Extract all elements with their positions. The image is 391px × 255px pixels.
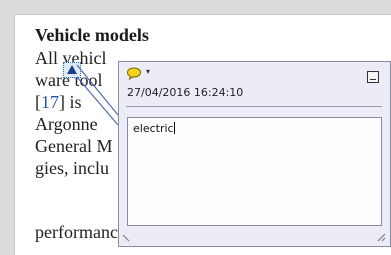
text-cursor: [173, 122, 175, 134]
comment-bubble-icon[interactable]: [126, 67, 142, 80]
comment-textarea[interactable]: electric: [127, 117, 382, 226]
annotation-timestamp: 27/04/2016 16:24:10: [127, 86, 244, 99]
resize-corner-icon[interactable]: [122, 234, 130, 242]
annotation-popup[interactable]: ▾ 27/04/2016 16:24:10 electric: [118, 61, 391, 247]
divider: [126, 106, 382, 107]
options-menu-caret[interactable]: ▾: [146, 67, 150, 76]
resize-grip-icon[interactable]: [377, 233, 386, 242]
minimize-button[interactable]: [367, 71, 379, 83]
pdf-page: Vehicle models All vehicl ware tool [17]…: [14, 14, 391, 255]
comment-text: electric: [133, 122, 174, 135]
